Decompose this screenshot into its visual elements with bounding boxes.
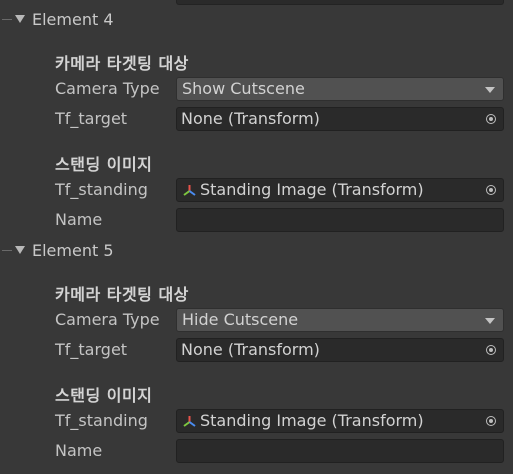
object-picker-icon[interactable]: [481, 181, 501, 199]
camera-type-value: Hide Cutscene: [182, 310, 299, 329]
tf-target-value: None (Transform): [181, 109, 320, 128]
object-picker-icon[interactable]: [481, 412, 501, 430]
tf-target-label: Tf_target: [55, 109, 128, 128]
tree-line: [2, 18, 12, 20]
dropdown-caret-icon: [485, 318, 495, 324]
camera-type-value: Show Cutscene: [182, 79, 305, 98]
element-5-foldout[interactable]: Element 5: [0, 237, 114, 263]
element-header-label: Element 4: [32, 9, 114, 29]
name-text-field[interactable]: [176, 208, 504, 232]
inspector-panel: Element 4 카메라 타겟팅 대상 Camera Type Show Cu…: [0, 0, 513, 474]
dropdown-caret-icon: [485, 87, 495, 93]
tf-standing-label: Tf_standing: [55, 411, 148, 430]
tree-line: [2, 249, 12, 251]
tf-target-object-field[interactable]: None (Transform): [176, 338, 504, 362]
camera-type-dropdown[interactable]: Show Cutscene: [176, 77, 504, 101]
chevron-down-icon[interactable]: [15, 15, 25, 23]
chevron-down-icon[interactable]: [15, 246, 25, 254]
camera-target-section-title: 카메라 타겟팅 대상: [55, 54, 189, 73]
tf-target-value: None (Transform): [181, 340, 320, 359]
element-4-foldout[interactable]: Element 4: [0, 6, 114, 32]
tf-target-label: Tf_target: [55, 340, 128, 359]
standing-image-section-title: 스탠딩 이미지: [55, 386, 153, 405]
object-picker-icon[interactable]: [481, 341, 501, 359]
camera-type-dropdown[interactable]: Hide Cutscene: [176, 308, 504, 332]
previous-field-edge: [176, 0, 504, 5]
tf-standing-label: Tf_standing: [55, 180, 148, 199]
element-header-label: Element 5: [32, 240, 114, 260]
tf-standing-value: Standing Image (Transform): [200, 180, 424, 199]
tf-standing-value: Standing Image (Transform): [200, 411, 424, 430]
tf-target-object-field[interactable]: None (Transform): [176, 107, 504, 131]
camera-target-section-title: 카메라 타겟팅 대상: [55, 285, 189, 304]
camera-type-label: Camera Type: [55, 79, 160, 98]
name-label: Name: [55, 441, 103, 460]
name-label: Name: [55, 210, 103, 229]
transform-icon: [183, 415, 196, 427]
tf-standing-object-field[interactable]: Standing Image (Transform): [176, 409, 504, 433]
camera-type-label: Camera Type: [55, 310, 160, 329]
object-picker-icon[interactable]: [481, 110, 501, 128]
transform-icon: [183, 184, 196, 196]
tf-standing-object-field[interactable]: Standing Image (Transform): [176, 178, 504, 202]
name-text-field[interactable]: [176, 439, 504, 463]
standing-image-section-title: 스탠딩 이미지: [55, 155, 153, 174]
